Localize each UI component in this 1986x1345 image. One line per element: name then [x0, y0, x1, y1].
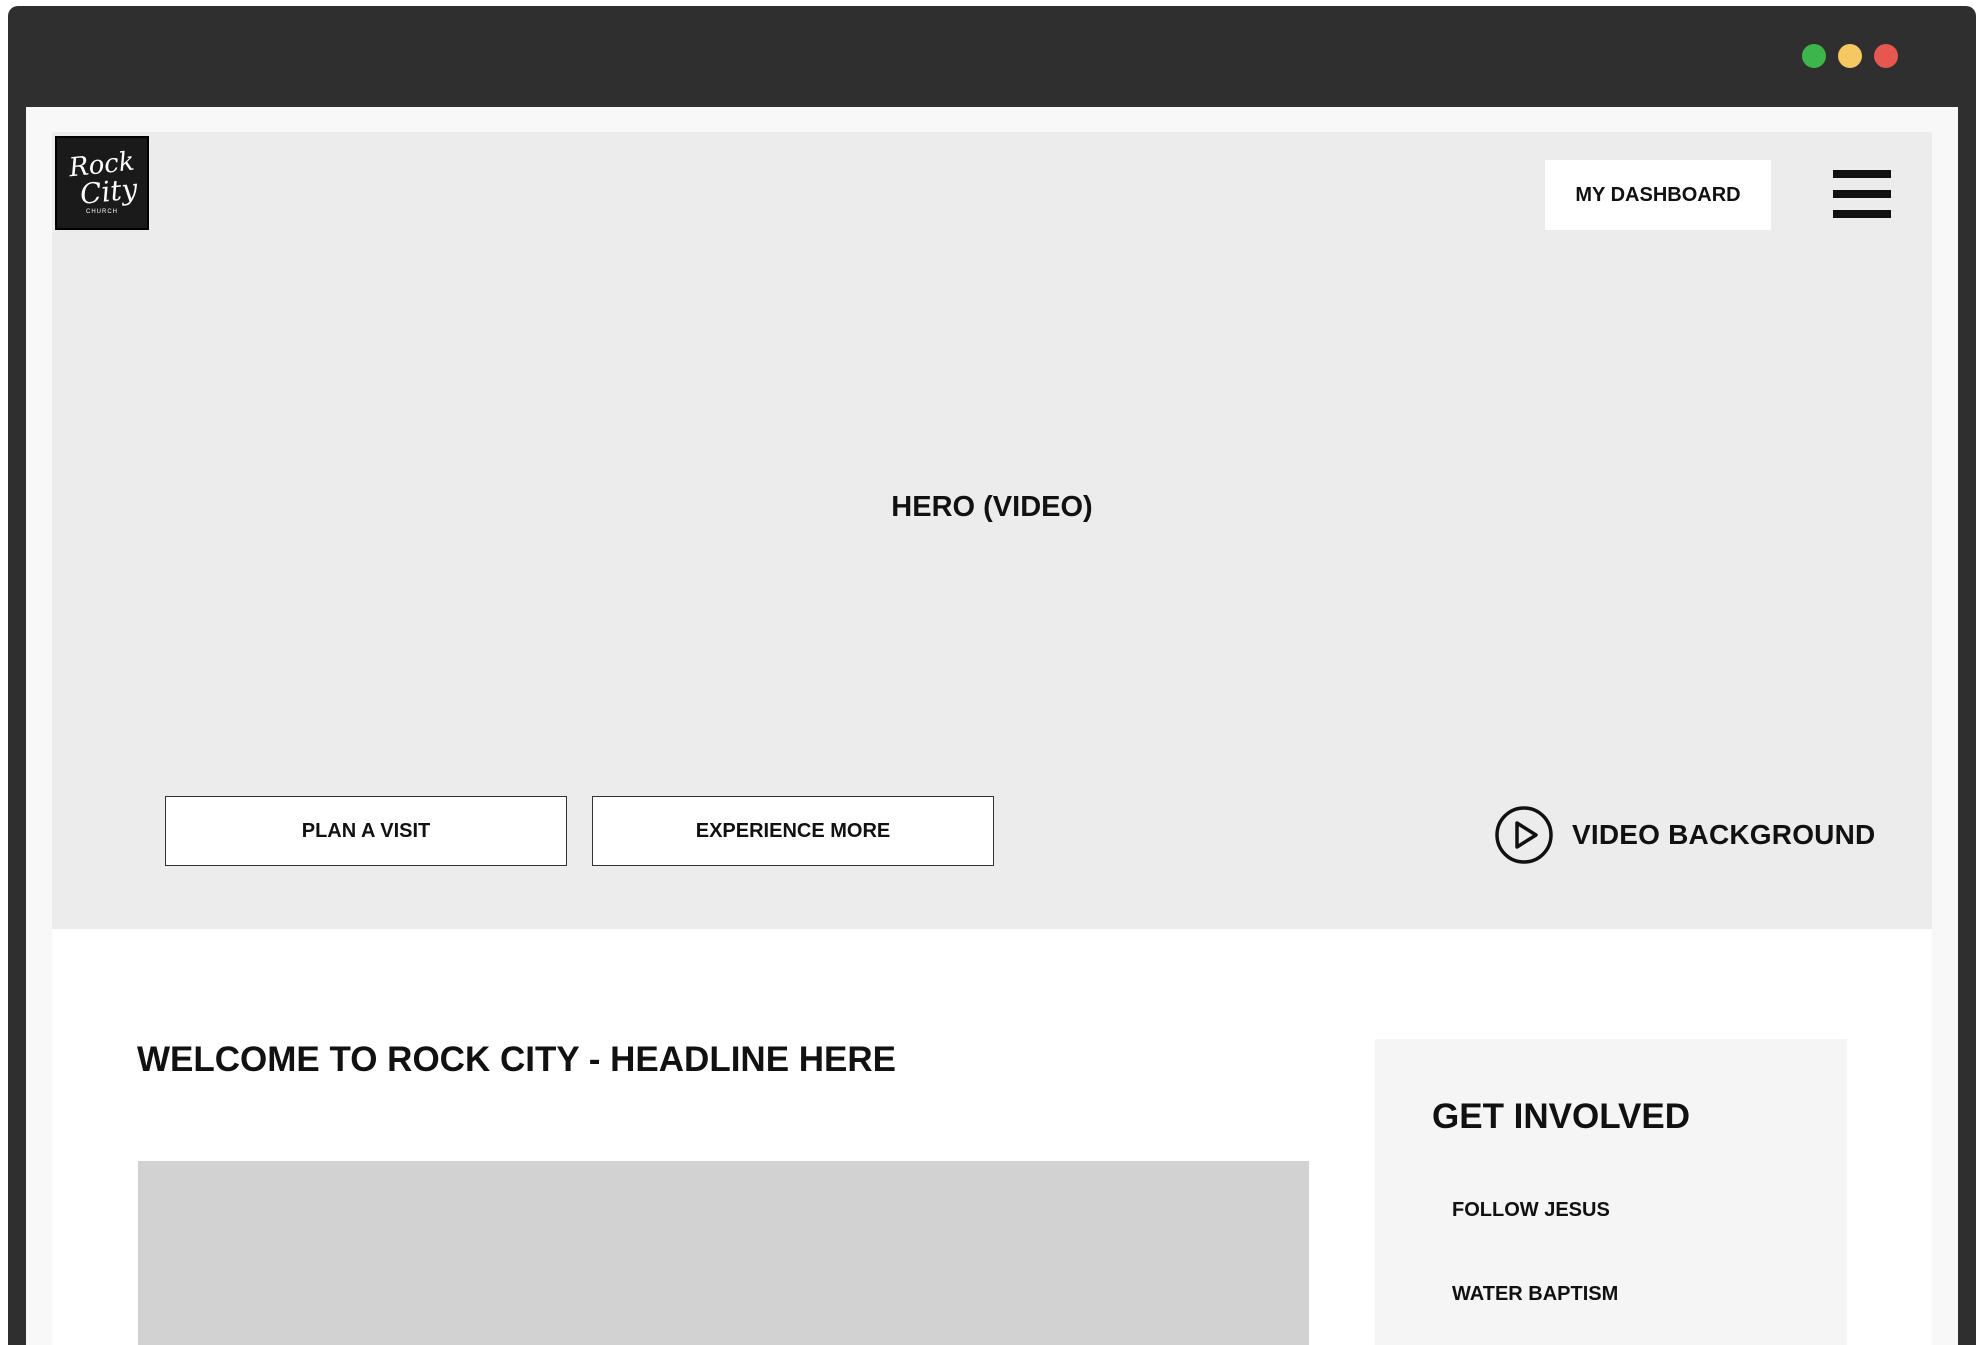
- hero-section: Rock City CHURCH MY DASHBOARD HERO (VIDE…: [52, 132, 1932, 929]
- video-background-label: VIDEO BACKGROUND: [1572, 819, 1876, 850]
- sidebar-link-water-baptism[interactable]: WATER BAPTISM: [1452, 1283, 1618, 1306]
- window-close-dot[interactable]: [1874, 44, 1898, 68]
- hamburger-bar: [1833, 210, 1891, 218]
- play-circle-icon: [1495, 806, 1553, 864]
- window-minimize-dot[interactable]: [1838, 44, 1862, 68]
- get-involved-panel: GET INVOLVED FOLLOW JESUS WATER BAPTISM: [1375, 1039, 1847, 1345]
- browser-viewport: Rock City CHURCH MY DASHBOARD HERO (VIDE…: [26, 107, 1958, 1345]
- media-placeholder: [138, 1161, 1309, 1345]
- hamburger-bar: [1833, 170, 1891, 178]
- get-involved-title: GET INVOLVED: [1432, 1097, 1690, 1136]
- web-page: Rock City CHURCH MY DASHBOARD HERO (VIDE…: [52, 132, 1932, 1345]
- plan-a-visit-button[interactable]: PLAN A VISIT: [165, 796, 567, 866]
- browser-window: Rock City CHURCH MY DASHBOARD HERO (VIDE…: [8, 6, 1976, 1345]
- site-logo[interactable]: Rock City CHURCH: [55, 136, 149, 230]
- my-dashboard-button[interactable]: MY DASHBOARD: [1545, 160, 1771, 230]
- logo-text-city: City: [78, 171, 140, 211]
- sidebar-link-follow-jesus[interactable]: FOLLOW JESUS: [1452, 1199, 1610, 1222]
- video-background-toggle[interactable]: VIDEO BACKGROUND: [1494, 805, 1875, 865]
- hero-video-label: HERO (VIDEO): [891, 491, 1093, 523]
- hamburger-menu-icon[interactable]: [1833, 170, 1891, 218]
- welcome-headline: WELCOME TO ROCK CITY - HEADLINE HERE: [137, 1040, 897, 1079]
- hamburger-bar: [1833, 190, 1891, 198]
- window-maximize-dot[interactable]: [1802, 44, 1826, 68]
- experience-more-button[interactable]: EXPERIENCE MORE: [592, 796, 994, 866]
- window-controls: [1802, 44, 1898, 68]
